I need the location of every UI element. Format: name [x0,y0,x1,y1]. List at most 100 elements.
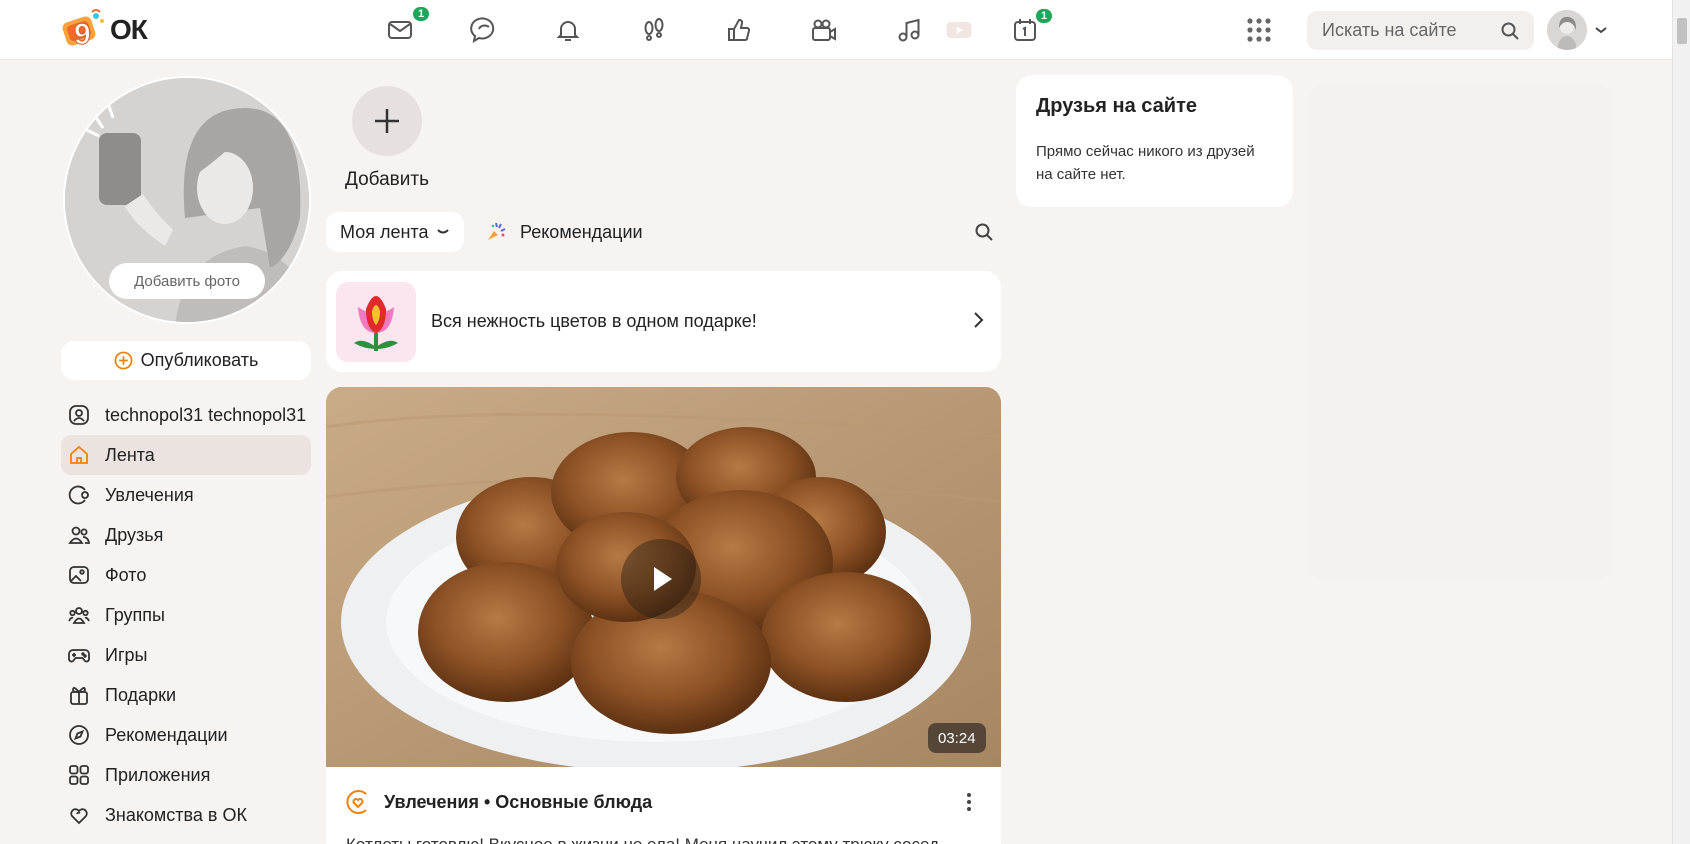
sidebar-item-label: Знакомства в ОК [105,804,247,825]
footprints-icon [644,18,664,41]
gamepad-icon [68,649,90,663]
top-bar: 9 ОК 1 1 [0,0,1672,60]
promo-text: Вся нежность цветов в одном подарке! [431,311,757,331]
tab-recommendations-label: Рекомендации [520,221,643,242]
sidebar-item-dating[interactable]: Знакомства в ОК [61,795,311,835]
ok-logo[interactable]: 9 ОК [58,7,148,53]
post-text[interactable]: Котлеты готовлю! Вкусное в жизни не ела!… [346,835,976,844]
sidebar-item-gifts[interactable]: Подарки [61,675,311,715]
sidebar-item-recommendations[interactable]: Рекомендации [61,715,311,755]
sparkles-icon [488,222,506,240]
sidebar-item-label: Друзья [105,524,164,545]
friends-online-title: Друзья на сайте [1036,95,1197,117]
post-header: Увлечения • Основные блюда [344,787,984,817]
home-icon [70,445,88,464]
page-scrollbar[interactable] [1672,0,1690,844]
envelope-icon [388,21,412,39]
site-search-input[interactable] [1322,20,1492,41]
apps-menu-icon[interactable] [1245,16,1273,44]
user-icon [69,405,89,425]
publish-label: Опубликовать [140,350,259,370]
search-icon[interactable] [1500,21,1520,41]
faded-ad-area [1310,82,1610,582]
svg-text:9: 9 [74,18,91,51]
video-duration: 03:24 [928,723,986,753]
photo-icon [69,566,89,584]
hobby-icon [68,485,89,505]
plus-icon [352,86,422,156]
nav-calendar[interactable]: 1 [1007,7,1055,48]
post-source[interactable]: Увлечения • Основные блюда [384,792,652,813]
tab-recommendations[interactable]: Рекомендации [484,212,643,252]
sidebar-item-groups[interactable]: Группы [61,595,311,635]
post-video[interactable]: 03:24 [326,387,1001,767]
site-search [1307,11,1534,50]
tulip-icon [336,281,416,362]
gift-icon [70,687,88,705]
publish-button[interactable]: Опубликовать [61,341,311,380]
chat-bubbles-icon [470,17,495,44]
hobby-heart-icon [346,790,367,814]
sidebar-item-games[interactable]: Игры [61,635,311,675]
add-story-button[interactable]: Добавить [344,86,430,191]
apps-grid-icon [69,765,89,785]
sidebar-item-label: Лента [105,444,155,465]
sidebar-item-friends[interactable]: Друзья [61,515,311,555]
play-icon [654,567,672,591]
feed-search-icon[interactable] [974,222,994,242]
sidebar-item-feed[interactable]: Лента [61,435,311,475]
friends-online-card: Друзья на сайте Прямо сейчас никого из д… [1016,75,1293,207]
sidebar-item-photos[interactable]: Фото [61,555,311,595]
gift-promo-banner[interactable]: Вся нежность цветов в одном подарке! [326,271,1001,372]
sidebar-item-label: Фото [105,564,147,585]
thumbs-up-icon [728,18,751,41]
compass-icon [69,725,89,745]
nav-messages[interactable]: 1 [382,5,432,48]
feed-post: 03:24 Увлечения • Основные блюда Котлеты… [326,387,1001,844]
music-note-icon [898,18,920,42]
logo-emblem-icon: 9 [58,7,108,53]
add-story-label: Добавить [345,169,429,190]
play-tab-icon [946,21,972,39]
nav-music[interactable] [891,12,927,48]
sidebar-item-apps[interactable]: Приложения [61,755,311,795]
logo-text: ОК [110,14,148,45]
hearts-icon [70,808,88,825]
nav-notifications[interactable] [550,12,586,48]
user-menu[interactable] [1547,10,1609,50]
chevron-right-icon [974,312,984,328]
plus-circle-icon [114,351,133,370]
nav-guests[interactable] [636,12,672,48]
scrollbar-thumb[interactable] [1677,18,1687,44]
avatar [1547,10,1587,50]
friends-online-text: Прямо сейчас никого из друзей на сайте н… [1036,143,1255,183]
friends-icon [68,526,90,544]
sidebar-item-label: technopol31 technopol31 [105,404,307,425]
video-camera-icon [812,19,836,41]
tab-my-feed[interactable]: Моя лента [326,212,465,252]
messages-badge: 1 [411,5,432,23]
bell-icon [556,21,580,41]
chevron-down-icon [437,229,450,234]
sidebar-item-label: Рекомендации [105,724,228,745]
nav-events[interactable] [721,12,757,48]
nav-discussions[interactable] [466,12,502,48]
calendar-badge: 1 [1034,7,1055,25]
sidebar-item-label: Увлечения [105,484,194,505]
feed-tabs: Моя лента Рекомендации [326,212,1002,252]
tab-my-feed-label: Моя лента [340,221,429,242]
groups-icon [68,607,90,624]
sidebar-item-label: Подарки [105,684,177,705]
sidebar-menu: technopol31 technopol31 Лента Увлечения … [61,395,311,835]
sidebar-item-profile[interactable]: technopol31 technopol31 [61,395,311,435]
add-photo-button[interactable]: Добавить фото [109,263,265,299]
nav-video[interactable] [806,12,842,48]
sidebar-item-hobbies[interactable]: Увлечения [61,475,311,515]
nav-video-tab[interactable] [940,12,978,48]
sidebar-item-label: Группы [105,604,165,625]
more-options-icon[interactable] [958,791,980,813]
play-button[interactable] [621,539,701,619]
chevron-down-icon [1595,27,1607,34]
sidebar-item-label: Игры [105,644,148,665]
sidebar-item-label: Приложения [105,764,211,785]
